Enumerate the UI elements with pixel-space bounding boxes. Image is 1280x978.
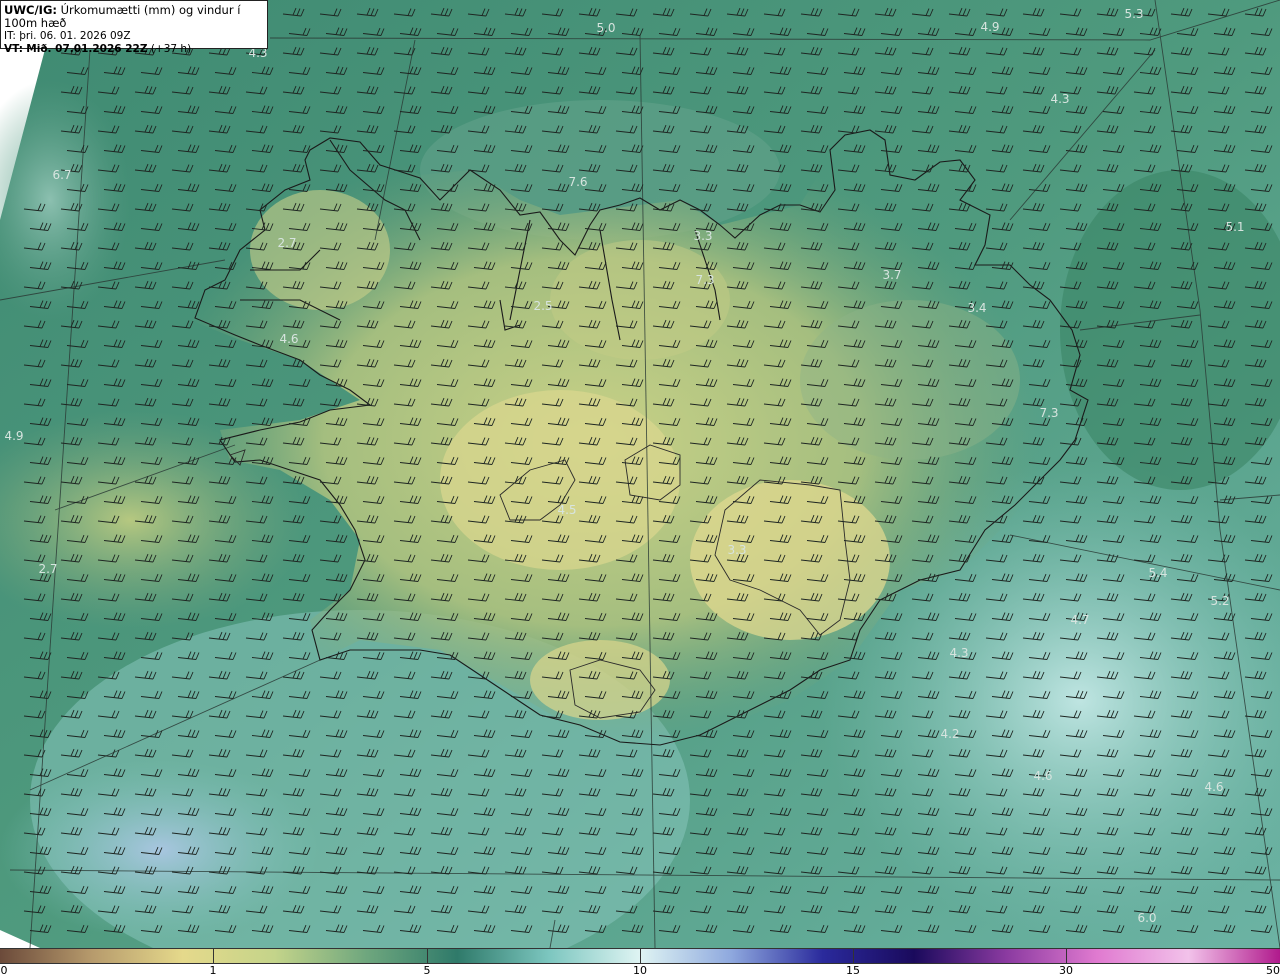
colorbar-tick-label: 10 — [633, 964, 647, 977]
map-value-label: 4.5 — [557, 503, 576, 517]
map-value-label: 2.5 — [533, 299, 552, 313]
map-value-label: 7.3 — [695, 273, 714, 287]
map-value-label: 2.7 — [277, 236, 296, 250]
map-value-label: 4.9 — [4, 429, 23, 443]
colorbar-tick-label: 30 — [1059, 964, 1073, 977]
map-value-label: 4.6 — [279, 332, 298, 346]
lead-time: (+37 h) — [150, 43, 192, 55]
valid-label: VT: — [4, 43, 23, 55]
colorbar-tick — [640, 948, 641, 964]
colorbar-tick — [1066, 948, 1067, 964]
map-value-label: 2.7 — [38, 562, 57, 576]
weather-map: 5.0 4.9 5.3 4.3 4.3 6.7 7.6 5.1 2.7 3.3 3.7 7.3 2.5 3… — [0, 0, 1280, 948]
colorbar-tick-label: 50 — [1266, 964, 1280, 977]
map-info-box: UWC/IG: Úrkomumætti (mm) og vindur í 100… — [0, 0, 268, 55]
valid-time: Mið. 07.01.2026 22Z — [26, 43, 148, 55]
map-value-label: 5.1 — [1225, 220, 1244, 234]
map-value-label: 4.6 — [1033, 769, 1052, 783]
init-label: IT: — [4, 30, 16, 42]
map-value-label: 3.4 — [967, 301, 986, 315]
map-value-label: 4.2 — [940, 727, 959, 741]
map-value-label: 3.3 — [727, 543, 746, 557]
map-value-label: 7.6 — [568, 175, 587, 189]
map-value-label: 4.6 — [1204, 780, 1223, 794]
map-value-label: 5.3 — [1124, 7, 1143, 21]
colorbar-tick-label: 1 — [209, 964, 217, 977]
map-value-label: 4.9 — [980, 20, 999, 34]
colorbar-tick-label: 5 — [423, 964, 431, 977]
map-value-label: 6.0 — [1137, 911, 1156, 925]
map-value-label: 6.7 — [52, 168, 71, 182]
colorbar-tick — [213, 948, 214, 964]
colorbar-tick — [853, 948, 854, 964]
map-value-label: 4.3 — [1050, 92, 1069, 106]
colorbar-tick-label: 15 — [846, 964, 860, 977]
map-value-label: 5.4 — [1148, 566, 1167, 580]
map-value-label: 5.0 — [596, 21, 615, 35]
map-value-label: 3.7 — [882, 268, 901, 282]
map-value-label: 4.7 — [1070, 613, 1089, 627]
colorbar-tick — [427, 948, 428, 964]
map-value-label: 7.3 — [1039, 406, 1058, 420]
map-value-label: 4.3 — [949, 646, 968, 660]
init-time: þri. 06. 01. 2026 09Z — [19, 30, 131, 42]
map-value-label: 3.3 — [693, 229, 712, 243]
model-name: UWC/IG: — [4, 3, 57, 17]
map-value-label: 5.2 — [1210, 594, 1229, 608]
colorbar-tick-label: 0 — [0, 964, 8, 977]
colorbar-labels: 0 1 5 10 15 30 50 — [0, 964, 1280, 978]
